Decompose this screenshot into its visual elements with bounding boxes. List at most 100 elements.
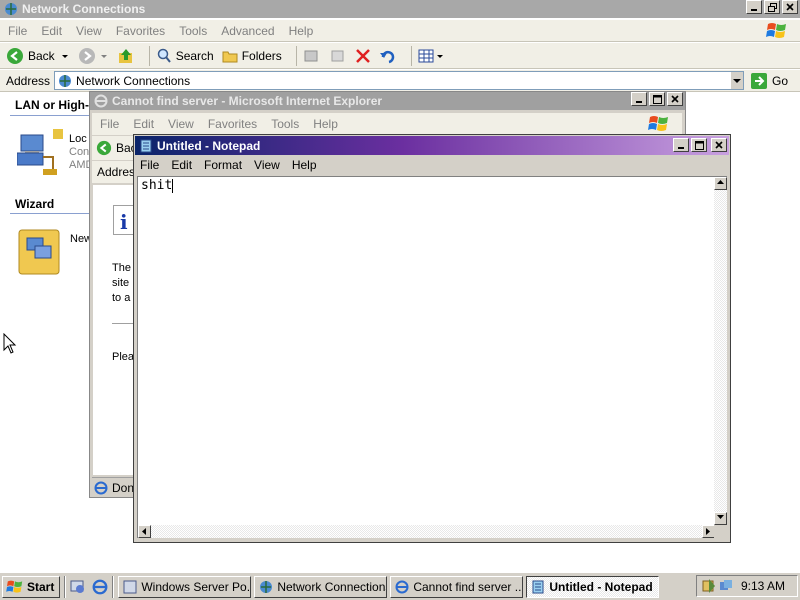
- notepad-icon: [532, 580, 544, 593]
- local-area-connection-icon[interactable]: [17, 129, 65, 179]
- section-divider: [10, 115, 90, 116]
- notepad-menu-edit[interactable]: Edit: [171, 158, 192, 172]
- notepad-vertical-scrollbar[interactable]: [714, 177, 727, 525]
- notepad-close-button[interactable]: [711, 138, 727, 152]
- forward-arrow-icon: [78, 47, 95, 64]
- ie-menu-file[interactable]: File: [100, 117, 119, 131]
- ie-address-label: Addres: [97, 165, 136, 179]
- scroll-up-button[interactable]: [714, 177, 727, 190]
- maximize-icon: [694, 140, 704, 150]
- undo-icon: [379, 50, 394, 63]
- ie-menu-view[interactable]: View: [168, 117, 194, 131]
- move-to-icon: [304, 50, 318, 61]
- start-label: Start: [27, 579, 55, 594]
- close-icon: [786, 3, 794, 11]
- nc-close-button[interactable]: [782, 0, 798, 14]
- server-manage-icon[interactable]: [70, 579, 86, 595]
- ie-close-button[interactable]: [667, 92, 683, 106]
- network-connections-icon: [5, 3, 17, 15]
- nc-menu-file[interactable]: File: [8, 24, 27, 38]
- nc-title-text: Network Connections: [22, 2, 146, 16]
- notepad-menu-format[interactable]: Format: [204, 158, 242, 172]
- nc-copy-to-button[interactable]: [329, 48, 347, 64]
- internet-explorer-icon: [94, 481, 108, 494]
- dropdown-arrow-icon: [100, 54, 107, 58]
- windows-logo-icon: [648, 116, 668, 131]
- nc-up-button[interactable]: [117, 47, 135, 65]
- notepad-menu-help[interactable]: Help: [292, 158, 317, 172]
- task-label: Untitled - Notepad: [549, 579, 653, 594]
- new-connection-wizard-icon[interactable]: [17, 228, 65, 278]
- notepad-horizontal-scrollbar[interactable]: [138, 525, 715, 538]
- nc-restore-button[interactable]: [764, 0, 780, 14]
- dropdown-arrow-icon[interactable]: [60, 51, 70, 61]
- nc-address-label: Address: [6, 73, 51, 88]
- nc-views-button[interactable]: [418, 48, 444, 64]
- nc-go-label: Go: [772, 73, 789, 88]
- notepad-minimize-button[interactable]: [673, 138, 689, 152]
- scrollbar-corner: [714, 525, 727, 538]
- windows-logo-icon: [6, 580, 23, 593]
- ie-minimize-button[interactable]: [631, 92, 647, 106]
- nc-minimize-button[interactable]: [746, 0, 762, 14]
- taskbar: Start Windows Server Po... Network Conne…: [0, 572, 800, 600]
- nc-folders-label: Folders: [241, 48, 282, 63]
- chevron-down-icon: [733, 78, 742, 83]
- ie-menu-edit[interactable]: Edit: [133, 117, 154, 131]
- folders-icon: [222, 51, 238, 62]
- nc-menu-tools[interactable]: Tools: [179, 24, 207, 38]
- task-windows-server[interactable]: Windows Server Po...: [118, 575, 252, 598]
- scroll-left-arrow-icon: [142, 528, 146, 535]
- scroll-down-button[interactable]: [714, 512, 727, 525]
- nc-menu-favorites[interactable]: Favorites: [116, 24, 165, 38]
- internet-explorer-icon: [94, 94, 108, 108]
- nc-address-field[interactable]: Network Connections: [54, 71, 745, 90]
- task-network-connections[interactable]: Network Connections: [254, 575, 388, 598]
- nc-menu-advanced[interactable]: Advanced: [221, 24, 274, 38]
- nc-move-to-button[interactable]: [303, 48, 321, 64]
- taskbar-divider: [64, 575, 67, 598]
- nc-menu-view[interactable]: View: [76, 24, 102, 38]
- ie-error-line: to a: [112, 292, 131, 304]
- notepad-titlebar[interactable]: Untitled - Notepad: [135, 136, 729, 155]
- go-arrow-icon: [751, 72, 768, 89]
- scroll-up-arrow-icon: [717, 180, 724, 184]
- scroll-left-button[interactable]: [138, 525, 151, 538]
- taskbar-divider: [112, 575, 115, 598]
- task-untitled-notepad[interactable]: Untitled - Notepad: [526, 575, 660, 598]
- nc-address-dropdown[interactable]: [730, 72, 744, 89]
- system-tray: 9:13 AM: [696, 575, 798, 597]
- tray-security-icon[interactable]: [701, 578, 717, 594]
- notepad-menu-file[interactable]: File: [140, 158, 159, 172]
- nc-menu-edit[interactable]: Edit: [41, 24, 62, 38]
- nc-back-button[interactable]: Back: [6, 47, 70, 65]
- scroll-down-arrow-icon: [717, 515, 724, 519]
- notepad-text-area[interactable]: shit: [137, 176, 727, 538]
- nc-titlebar[interactable]: Network Connections: [0, 0, 800, 18]
- clock[interactable]: 9:13 AM: [741, 579, 785, 593]
- copy-to-icon: [331, 50, 344, 61]
- ie-back-button[interactable]: Bac: [96, 140, 137, 156]
- task-label: Network Connections: [277, 579, 388, 594]
- nc-delete-button[interactable]: [355, 48, 371, 64]
- minimize-icon: [636, 101, 642, 103]
- start-button[interactable]: Start: [2, 575, 61, 598]
- ie-maximize-button[interactable]: [649, 92, 665, 106]
- minimize-icon: [751, 9, 757, 11]
- notepad-menu-view[interactable]: View: [254, 158, 280, 172]
- ie-titlebar[interactable]: Cannot find server - Microsoft Internet …: [90, 92, 685, 110]
- nc-search-button[interactable]: Search: [156, 48, 214, 64]
- internet-explorer-icon[interactable]: [92, 579, 108, 595]
- scroll-right-arrow-icon: [706, 528, 710, 535]
- ie-menu-favorites[interactable]: Favorites: [208, 117, 257, 131]
- notepad-maximize-button[interactable]: [691, 138, 707, 152]
- ie-menu-tools[interactable]: Tools: [271, 117, 299, 131]
- task-cannot-find-server[interactable]: Cannot find server ...: [390, 575, 524, 598]
- nc-undo-button[interactable]: [379, 48, 397, 64]
- nc-forward-button[interactable]: [78, 47, 109, 65]
- nc-menu-help[interactable]: Help: [289, 24, 314, 38]
- nc-go-button[interactable]: Go: [750, 72, 788, 90]
- tray-network-icon[interactable]: [719, 578, 733, 594]
- ie-menu-help[interactable]: Help: [313, 117, 338, 131]
- nc-folders-button[interactable]: Folders: [222, 48, 282, 64]
